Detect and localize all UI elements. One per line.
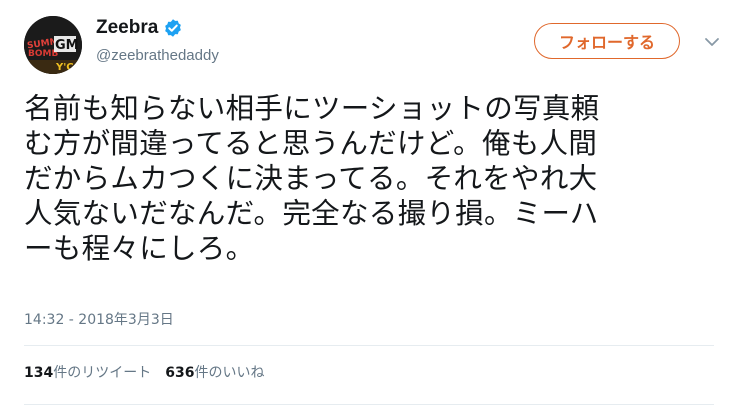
tweet-line: だからムカつくに決まってる。それをやれ大 [24,162,598,195]
tweet-text: 名前も知らない相手にツーショットの写真頼 む方が間違ってると思うんだけど。俺も人… [24,91,724,266]
display-name[interactable]: Zeebra [96,17,158,39]
verified-badge-icon [165,19,182,37]
tweet-timestamp[interactable]: 14:32 - 2018年3月3日 [24,309,174,329]
retweet-count[interactable]: 134件のリツイート [24,362,151,382]
like-count-label: 件のいいね [194,365,265,381]
retweet-count-label: 件のリツイート [53,365,152,381]
tweet-line: 名前も知らない相手にツーショットの写真頼 [24,92,600,125]
chevron-down-icon[interactable] [704,36,720,48]
svg-text:BOMB: BOMB [28,49,58,59]
svg-text:Y'C: Y'C [55,62,74,73]
divider [24,345,714,346]
tweet-line: む方が間違ってると思うんだけど。俺も人間 [24,127,598,160]
divider [24,404,714,405]
retweet-count-number: 134 [24,365,54,381]
like-count[interactable]: 636件のいいね [165,362,264,382]
name-row: Zeebra [96,17,183,39]
tweet-line: 人気ないだなんだ。完全なる撮り損。ミーハ [24,197,599,230]
user-handle[interactable]: @zeebrathedaddy [96,47,219,64]
svg-text:GM: GM [55,38,79,53]
tweet-line: ーも程々にしろ。 [24,232,255,265]
like-count-number: 636 [165,365,195,381]
avatar[interactable]: SUMMER BOMB GM Y'C [24,16,82,74]
follow-button[interactable]: フォローする [534,23,680,59]
tweet-stats: 134件のリツイート 636件のいいね [24,362,278,382]
